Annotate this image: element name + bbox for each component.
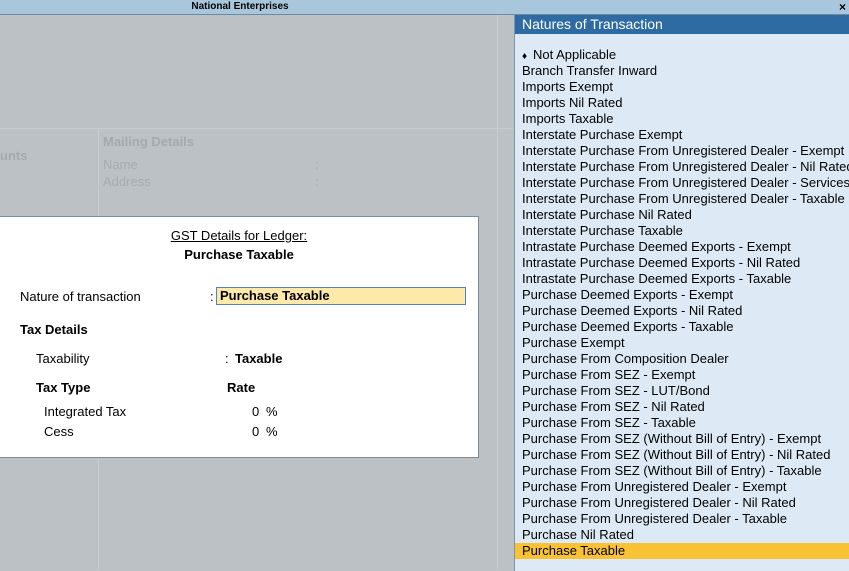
transaction-option-label: Purchase From SEZ (Without Bill of Entry… — [522, 447, 831, 462]
tax-row-name: Cess — [44, 424, 74, 439]
transaction-option-label: Purchase Deemed Exports - Taxable — [522, 319, 734, 334]
transaction-option[interactable]: Interstate Purchase Exempt — [515, 127, 849, 143]
transaction-option-label: Interstate Purchase From Unregistered De… — [522, 191, 845, 206]
transaction-option[interactable]: Interstate Purchase From Unregistered De… — [515, 143, 849, 159]
taxability-colon: : — [225, 351, 229, 366]
transaction-option-label: Purchase Deemed Exports - Exempt — [522, 287, 733, 302]
name-colon: : — [315, 157, 319, 172]
transaction-option[interactable]: Intrastate Purchase Deemed Exports - Exe… — [515, 239, 849, 255]
column-divider — [497, 15, 498, 570]
close-icon[interactable]: × — [839, 0, 846, 14]
transaction-option-label: Purchase From Composition Dealer — [522, 351, 729, 366]
window-title: National Enterprises — [191, 1, 289, 12]
transaction-option[interactable]: Interstate Purchase From Unregistered De… — [515, 159, 849, 175]
transaction-option-label: Purchase From SEZ - LUT/Bond — [522, 383, 710, 398]
address-label: Address — [103, 174, 151, 189]
address-colon: : — [315, 174, 319, 189]
transaction-option-label: Interstate Purchase Taxable — [522, 223, 683, 238]
transaction-option[interactable]: Interstate Purchase From Unregistered De… — [515, 175, 849, 191]
transaction-list: ♦ Not Applicable Branch Transfer Inward Imp… — [515, 47, 849, 559]
transaction-option[interactable]: Branch Transfer Inward — [515, 63, 849, 79]
tax-details-heading: Tax Details — [20, 322, 88, 337]
rate-header: Rate — [227, 380, 256, 395]
transaction-option[interactable]: Purchase From Composition Dealer — [515, 351, 849, 367]
transaction-option[interactable]: Purchase From Unregistered Dealer - Exem… — [515, 479, 849, 495]
transaction-option-label: Intrastate Purchase Deemed Exports - Nil… — [522, 255, 801, 270]
transaction-option-label: Interstate Purchase From Unregistered De… — [522, 159, 849, 174]
transaction-option[interactable]: Imports Taxable — [515, 111, 849, 127]
transaction-option-label: Imports Nil Rated — [522, 95, 623, 110]
transaction-option-label: Purchase From Unregistered Dealer - Nil … — [522, 495, 796, 510]
transaction-option[interactable]: Purchase From SEZ (Without Bill of Entry… — [515, 447, 849, 463]
natures-of-transaction-panel: Natures of Transaction ♦ Not Applicable Br… — [514, 15, 849, 571]
dialog-ledger-name: Purchase Taxable — [184, 247, 294, 262]
section-divider — [0, 128, 513, 129]
taxability-label: Taxability — [36, 351, 90, 366]
transaction-option-label: Purchase From SEZ (Without Bill of Entry… — [522, 463, 822, 478]
gst-details-dialog: GST Details for Ledger: Purchase Taxable… — [0, 216, 479, 458]
transaction-option[interactable]: Purchase Exempt — [515, 335, 849, 351]
nature-of-transaction-field[interactable]: Purchase Taxable — [216, 287, 466, 305]
nature-of-transaction-label: Nature of transaction — [20, 289, 141, 304]
panel-title: Natures of Transaction — [515, 15, 849, 34]
transaction-option[interactable]: Interstate Purchase Taxable — [515, 223, 849, 239]
transaction-option-label: Purchase From Unregistered Dealer - Exem… — [522, 479, 787, 494]
tax-row-rate[interactable]: 0 — [252, 424, 259, 439]
transaction-option-label: Purchase Exempt — [522, 335, 625, 350]
transaction-option-label: Imports Taxable — [522, 111, 614, 126]
transaction-option[interactable]: Purchase Nil Rated — [515, 527, 849, 543]
tax-row-unit: % — [266, 424, 278, 439]
transaction-option-label: Not Applicable — [533, 47, 617, 62]
transaction-option-label: Purchase From SEZ - Exempt — [522, 367, 696, 382]
mailing-details-heading: Mailing Details — [103, 134, 195, 149]
dialog-heading: GST Details for Ledger: — [170, 228, 308, 243]
transaction-option[interactable]: ♦ Not Applicable — [515, 47, 849, 63]
transaction-option[interactable]: Purchase From SEZ - Exempt — [515, 367, 849, 383]
transaction-option[interactable]: Interstate Purchase From Unregistered De… — [515, 191, 849, 207]
transaction-option[interactable]: Purchase From SEZ (Without Bill of Entry… — [515, 463, 849, 479]
transaction-option-label: Interstate Purchase From Unregistered De… — [522, 143, 845, 158]
transaction-option[interactable]: Intrastate Purchase Deemed Exports - Tax… — [515, 271, 849, 287]
name-label: Name — [103, 157, 138, 172]
transaction-option-label: Purchase From SEZ (Without Bill of Entry… — [522, 431, 822, 446]
transaction-option[interactable]: Purchase From SEZ - Nil Rated — [515, 399, 849, 415]
transaction-option[interactable]: Interstate Purchase Nil Rated — [515, 207, 849, 223]
transaction-option-label: Purchase Deemed Exports - Nil Rated — [522, 303, 743, 318]
transaction-option-label: Purchase From SEZ - Taxable — [522, 415, 696, 430]
tax-row-name: Integrated Tax — [44, 404, 127, 419]
tax-type-header: Tax Type — [36, 380, 91, 395]
transaction-option-label: Interstate Purchase From Unregistered De… — [522, 175, 849, 190]
transaction-option-label: Purchase Nil Rated — [522, 527, 634, 542]
transaction-option[interactable]: Purchase Taxable — [515, 543, 849, 559]
title-bar: National Enterprises × — [0, 0, 849, 15]
accounts-heading-partial: unts — [0, 148, 28, 163]
transaction-option[interactable]: Purchase From Unregistered Dealer - Taxa… — [515, 511, 849, 527]
transaction-option[interactable]: Purchase Deemed Exports - Nil Rated — [515, 303, 849, 319]
transaction-option[interactable]: Purchase From SEZ - Taxable — [515, 415, 849, 431]
transaction-option[interactable]: Imports Nil Rated — [515, 95, 849, 111]
taxability-value[interactable]: Taxable — [235, 351, 282, 366]
tax-row-unit: % — [266, 404, 278, 419]
transaction-option-label: Intrastate Purchase Deemed Exports - Tax… — [522, 271, 792, 286]
transaction-option-label: Interstate Purchase Exempt — [522, 127, 683, 142]
nature-colon: : — [210, 289, 214, 304]
transaction-option[interactable]: Intrastate Purchase Deemed Exports - Nil… — [515, 255, 849, 271]
transaction-option-label: Purchase From SEZ - Nil Rated — [522, 399, 705, 414]
transaction-option-label: Imports Exempt — [522, 79, 614, 94]
transaction-option-label: Purchase Taxable — [522, 543, 626, 558]
transaction-option-label: Interstate Purchase Nil Rated — [522, 207, 692, 222]
transaction-option-label: Purchase From Unregistered Dealer - Taxa… — [522, 511, 787, 526]
tax-row-rate[interactable]: 0 — [252, 404, 259, 419]
transaction-option[interactable]: Purchase Deemed Exports - Taxable — [515, 319, 849, 335]
transaction-option[interactable]: Purchase From SEZ - LUT/Bond — [515, 383, 849, 399]
transaction-option[interactable]: Imports Exempt — [515, 79, 849, 95]
transaction-option[interactable]: Purchase Deemed Exports - Exempt — [515, 287, 849, 303]
transaction-option[interactable]: Purchase From Unregistered Dealer - Nil … — [515, 495, 849, 511]
transaction-option-label: Intrastate Purchase Deemed Exports - Exe… — [522, 239, 791, 254]
transaction-option[interactable]: Purchase From SEZ (Without Bill of Entry… — [515, 431, 849, 447]
transaction-option-label: Branch Transfer Inward — [522, 63, 658, 78]
